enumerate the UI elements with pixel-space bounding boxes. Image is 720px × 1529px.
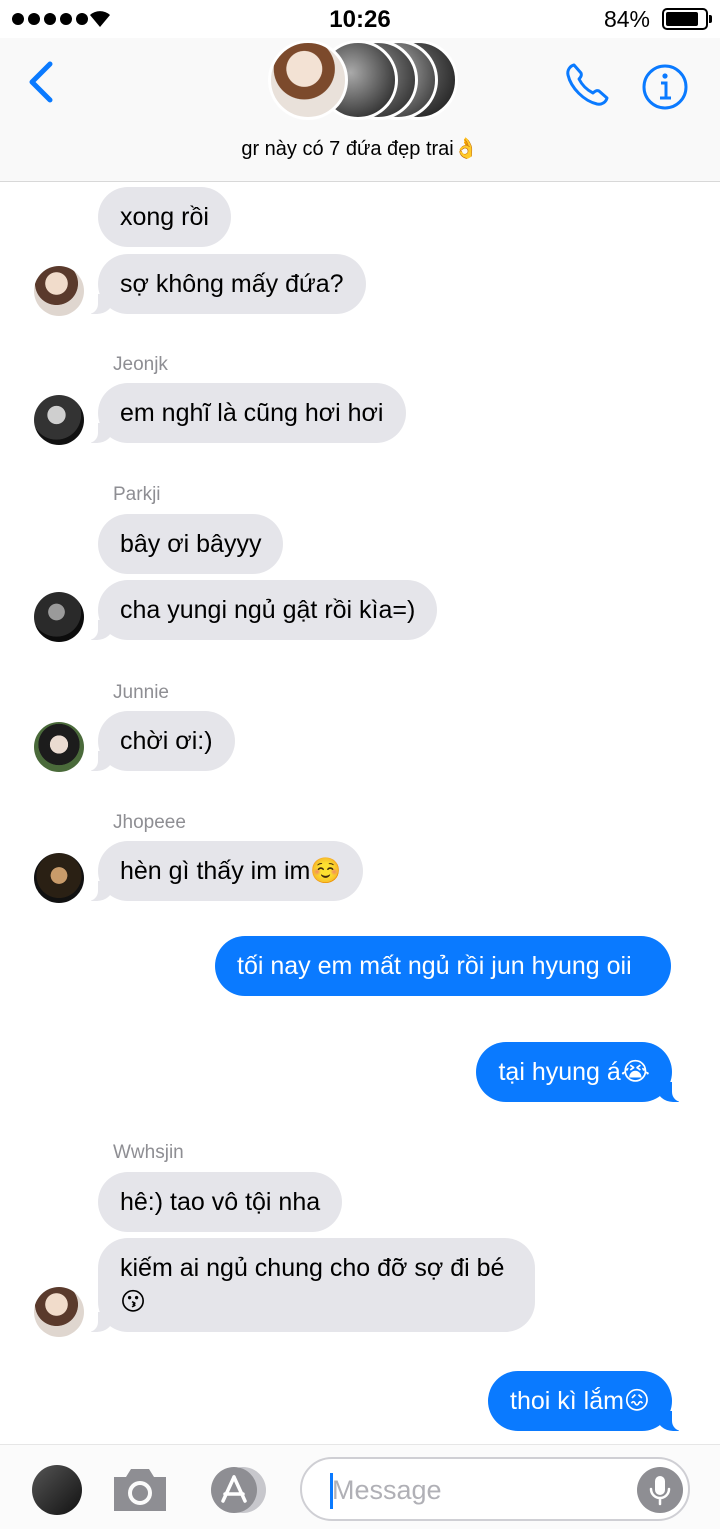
message-bubble[interactable]: bây ơi bâyyy (98, 514, 284, 574)
message-text: hèn gì thấy im im☺️ (120, 857, 342, 885)
app-store-icon[interactable] (204, 1465, 270, 1515)
message-bubble-outgoing[interactable]: tại hyung á😭 (476, 1042, 684, 1102)
message-bubble[interactable]: em nghĩ là cũng hơi hơi (86, 383, 406, 443)
conversation-header: gr này có 7 đứa đẹp trai👌 (0, 38, 720, 182)
message-bubble[interactable]: hê:) tao vô tội nha (98, 1172, 343, 1232)
sender-avatar[interactable] (34, 853, 84, 903)
sender-avatar[interactable] (34, 395, 84, 445)
battery-percentage: 84% (603, 6, 650, 32)
group-avatar-stack[interactable] (268, 38, 458, 122)
message-bubble[interactable]: hèn gì thấy im im☺️ (85, 841, 364, 901)
message-bubble[interactable]: xong rồi (98, 187, 231, 247)
status-bar: 10:26 84% (0, 0, 720, 38)
sender-avatar[interactable] (34, 1287, 84, 1337)
sender-avatar[interactable] (34, 592, 84, 642)
message-text: em nghĩ là cũng hơi hơi (120, 399, 384, 427)
sender-name: Wwhsjin (113, 1142, 184, 1163)
message-text: cha yungi ngủ gật rồi kìa=) (120, 596, 416, 624)
message-bubble[interactable]: cha yungi ngủ gật rồi kìa=) (85, 580, 438, 640)
message-text: bây ơi bâyyy (120, 530, 262, 558)
sender-avatar[interactable] (34, 722, 84, 772)
sender-name: Parkji (113, 484, 161, 505)
message-text: thoi kì lắm😖 (510, 1387, 650, 1415)
message-bubble-outgoing[interactable]: tối nay em mất ngủ rồi jun hyung oii (215, 936, 671, 996)
message-text: sợ không mấy đứa? (120, 270, 344, 298)
sender-name: Jhopeee (113, 812, 186, 833)
battery-icon (662, 8, 712, 30)
message-bubble[interactable]: chời ơi:) (86, 711, 235, 771)
info-icon[interactable] (640, 62, 690, 112)
message-text: hê:) tao vô tội nha (120, 1188, 321, 1216)
message-input-bar (0, 1444, 720, 1529)
message-field (300, 1457, 690, 1521)
message-text: xong rồi (120, 203, 209, 231)
microphone-icon[interactable] (637, 1467, 683, 1513)
message-text: tại hyung á😭 (498, 1058, 650, 1086)
sticker-avatar-icon[interactable] (32, 1465, 82, 1515)
message-bubble-outgoing[interactable]: thoi kì lắm😖 (488, 1371, 684, 1431)
message-text: tối nay em mất ngủ rồi jun hyung oii (237, 952, 632, 980)
sender-avatar[interactable] (34, 266, 84, 316)
sender-name: Junnie (113, 682, 169, 703)
message-input[interactable] (332, 1471, 622, 1509)
message-bubble[interactable]: sợ không mấy đứa? (86, 254, 366, 314)
camera-icon[interactable] (110, 1463, 170, 1515)
sender-name: Jeonjk (113, 354, 168, 375)
message-bubble[interactable]: kiếm ai ngủ chung cho đỡ sợ đi bé😗 (86, 1238, 535, 1332)
group-main-avatar (268, 40, 348, 120)
message-text: chời ơi:) (120, 727, 213, 755)
group-title: gr này có 7 đứa đẹp trai👌 (241, 138, 479, 160)
chevron-left-icon[interactable] (22, 58, 62, 106)
message-text: kiếm ai ngủ chung cho đỡ sợ đi bé😗 (120, 1254, 505, 1316)
phone-icon[interactable] (562, 60, 612, 110)
